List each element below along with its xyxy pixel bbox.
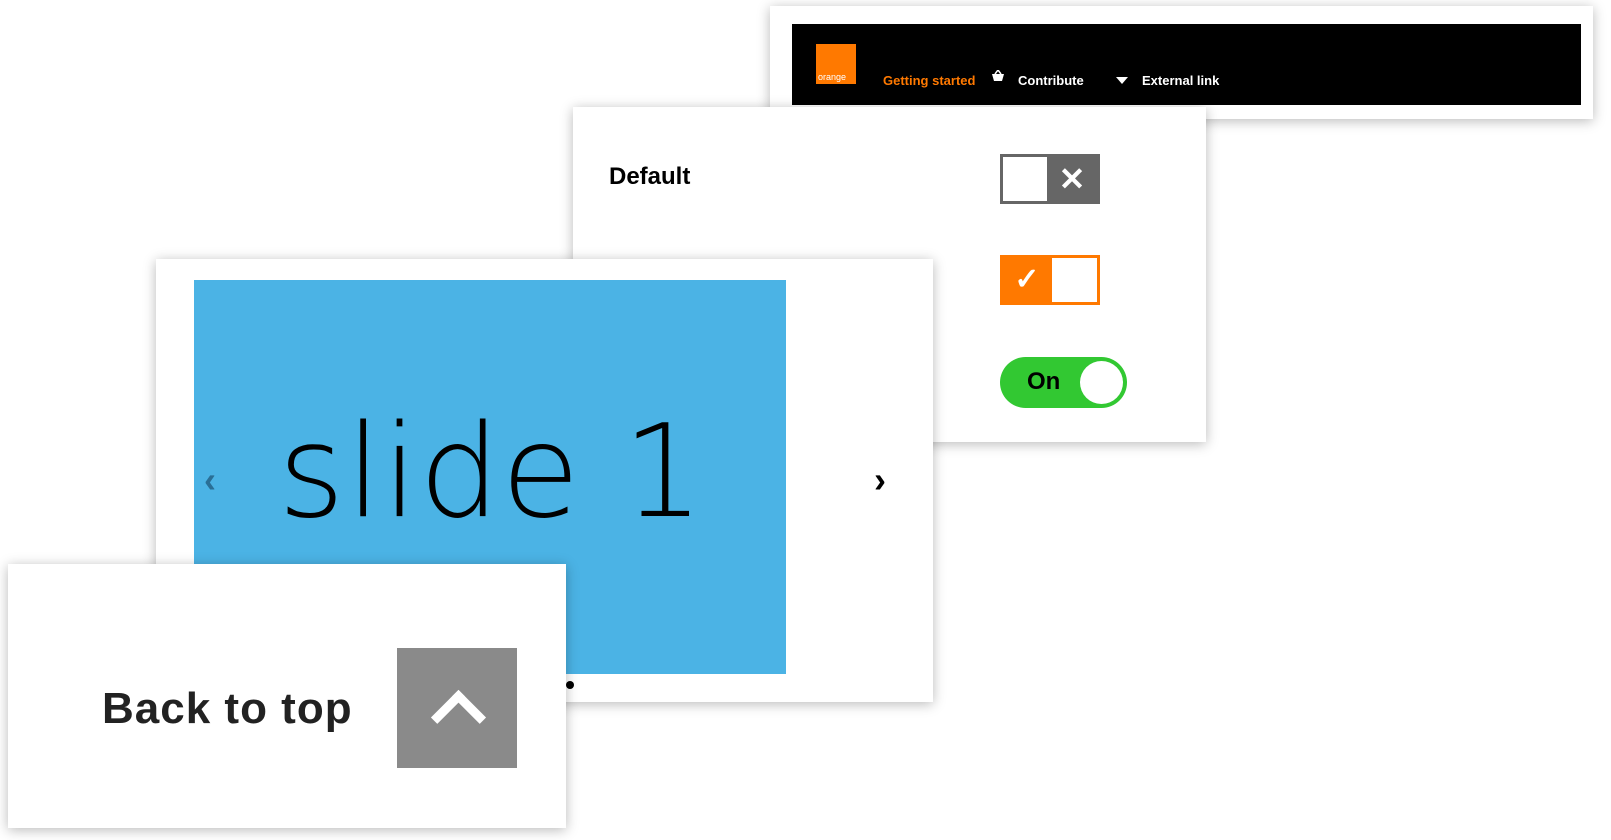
- slide-caption: slide 1: [278, 398, 705, 547]
- switch-checked-on[interactable]: ✓: [1000, 255, 1100, 305]
- switch-label-default: Default: [609, 163, 691, 190]
- switch-default-off[interactable]: ✕: [1000, 154, 1100, 204]
- nav-link-contribute[interactable]: Contribute: [1018, 73, 1084, 88]
- chevron-left-icon[interactable]: ‹: [204, 459, 216, 501]
- orange-logo[interactable]: orange: [816, 44, 856, 84]
- back-to-top-card: Back to top: [8, 564, 566, 828]
- chevron-up-icon: [430, 689, 487, 746]
- navbar-card: orange Getting started Contribute Extern…: [770, 6, 1593, 119]
- basket-icon[interactable]: [991, 68, 1005, 85]
- navbar: orange Getting started Contribute Extern…: [792, 24, 1581, 105]
- nav-link-getting-started[interactable]: Getting started: [883, 73, 975, 88]
- switch-knob: [1003, 157, 1053, 201]
- close-icon: ✕: [1047, 157, 1097, 201]
- toggle-pill-on[interactable]: On: [1000, 357, 1127, 408]
- check-icon: ✓: [1014, 263, 1040, 296]
- carousel-indicator[interactable]: [566, 681, 574, 689]
- toggle-label: On: [1027, 368, 1061, 395]
- chevron-right-icon[interactable]: ›: [874, 459, 886, 501]
- switch-knob: [1052, 258, 1097, 302]
- toggle-knob: [1080, 361, 1123, 404]
- logo-text: orange: [818, 72, 847, 82]
- nav-link-external[interactable]: External link: [1142, 73, 1219, 88]
- back-to-top-label[interactable]: Back to top: [102, 684, 353, 734]
- back-to-top-button[interactable]: [397, 648, 517, 768]
- caret-down-icon[interactable]: [1116, 77, 1128, 84]
